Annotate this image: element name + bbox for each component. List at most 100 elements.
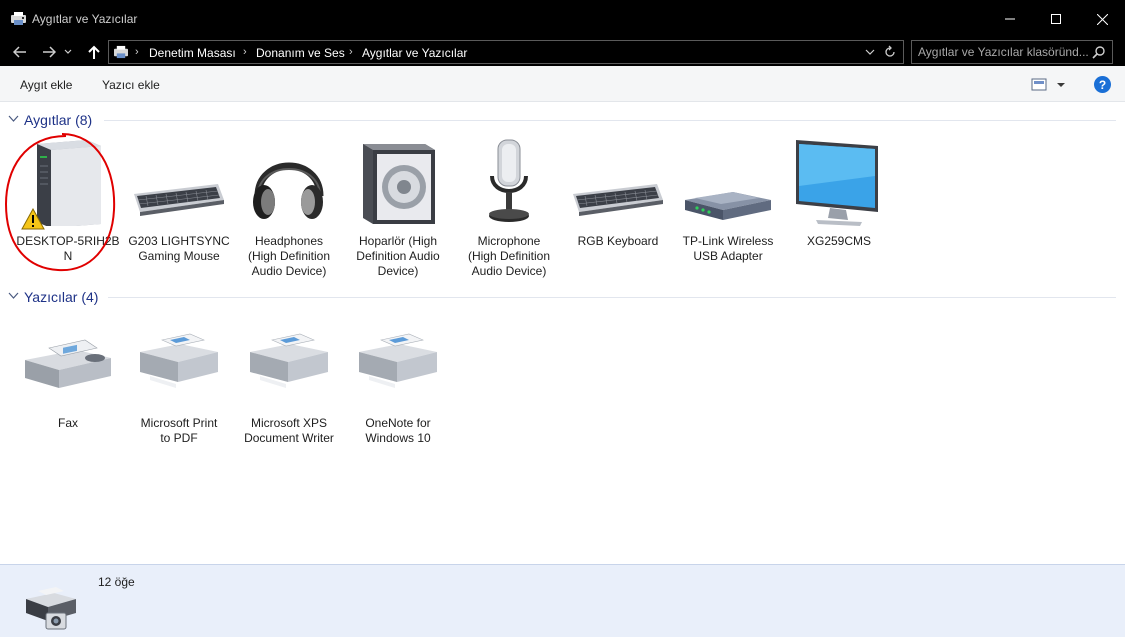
- printer-item-xps-writer[interactable]: Microsoft XPS Document Writer: [236, 318, 342, 448]
- device-item-wireless-adapter[interactable]: TP-Link Wireless USB Adapter: [675, 136, 781, 266]
- device-item-gaming-mouse[interactable]: G203 LIGHTSYNC Gaming Mouse: [126, 136, 232, 266]
- microphone-icon: [489, 139, 529, 222]
- breadcrumb-devices-printers[interactable]: Aygıtlar ve Yazıcılar: [362, 46, 467, 60]
- printer-item-onenote[interactable]: OneNote for Windows 10: [345, 318, 451, 448]
- window-title: Aygıtlar ve Yazıcılar: [32, 12, 138, 26]
- command-bar: Aygıt ekle Yazıcı ekle ?: [0, 66, 1125, 102]
- printer-icon: [359, 333, 437, 388]
- printer-label: Microsoft XPS Document Writer: [236, 416, 342, 446]
- label-line: Hoparlör (High: [358, 234, 438, 248]
- printer-label: OneNote for Windows 10: [345, 416, 451, 446]
- keyboard-icon: [573, 184, 663, 216]
- device-label: Hoparlör (High Definition Audio Device): [345, 234, 451, 279]
- printer-item-fax[interactable]: Fax: [15, 318, 121, 448]
- maximize-button[interactable]: [1033, 0, 1079, 38]
- label-line: RGB Keyboard: [577, 234, 659, 248]
- search-input[interactable]: [912, 41, 1092, 63]
- group-header-devices[interactable]: Aygıtlar (8): [8, 111, 1116, 129]
- label-line: (High Definition: [467, 249, 551, 263]
- arrow-left-icon: [13, 46, 26, 58]
- change-view-button[interactable]: [1030, 76, 1068, 94]
- details-pane: 12 öğe: [0, 564, 1125, 637]
- label-line: Device): [377, 264, 419, 278]
- device-item-monitor[interactable]: XG259CMS: [786, 136, 892, 266]
- close-button[interactable]: [1079, 0, 1125, 38]
- label-line: Fax: [57, 416, 78, 430]
- chevron-right-icon: ›: [243, 46, 247, 58]
- label-line: Document Writer: [244, 431, 334, 445]
- content-area: Aygıtlar (8) DESKTOP-5RIH2B N G203 LIGHT…: [0, 102, 1125, 564]
- forward-button[interactable]: [38, 42, 60, 62]
- fax-icon: [25, 339, 111, 388]
- breadcrumb-control-panel[interactable]: Denetim Masası: [149, 46, 236, 60]
- device-label: TP-Link Wireless USB Adapter: [675, 234, 781, 264]
- group-title-printers: Yazıcılar (4): [24, 289, 99, 305]
- chevron-right-icon: ›: [135, 46, 139, 58]
- arrow-right-icon: [43, 46, 56, 58]
- label-line: Audio Device): [471, 264, 547, 278]
- minimize-button[interactable]: [987, 0, 1033, 38]
- chevron-right-icon: ›: [349, 46, 353, 58]
- add-printer-button[interactable]: Yazıcı ekle: [102, 78, 160, 92]
- label-line: XG259CMS: [806, 234, 872, 248]
- label-line: OneNote for: [365, 416, 431, 430]
- chevron-down-icon: [8, 292, 19, 299]
- address-dropdown-icon[interactable]: [865, 46, 875, 58]
- navigation-bar: › Denetim Masası › Donanım ve Ses › Aygı…: [0, 38, 1125, 66]
- device-label: RGB Keyboard: [565, 234, 671, 249]
- speaker-icon: [363, 144, 435, 224]
- printer-label: Microsoft Print to PDF: [126, 416, 232, 446]
- network-adapter-icon: [685, 192, 771, 220]
- address-bar[interactable]: › Denetim Masası › Donanım ve Ses › Aygı…: [108, 40, 904, 64]
- group-header-printers[interactable]: Yazıcılar (4): [8, 288, 1116, 306]
- device-label: Microphone (High Definition Audio Device…: [456, 234, 562, 279]
- search-box[interactable]: [911, 40, 1113, 64]
- breadcrumb-hardware-sound[interactable]: Donanım ve Ses: [256, 46, 345, 60]
- group-divider: [104, 120, 1116, 121]
- device-item-microphone[interactable]: Microphone (High Definition Audio Device…: [456, 136, 562, 278]
- maximize-icon: [1051, 14, 1061, 24]
- monitor-icon: [796, 140, 878, 226]
- device-item-headphones[interactable]: Headphones (High Definition Audio Device…: [236, 136, 342, 278]
- label-line: TP-Link Wireless: [682, 234, 774, 248]
- label-line: to PDF: [160, 431, 198, 445]
- devices-printers-icon: [114, 45, 128, 59]
- label-line: (High Definition: [247, 249, 331, 263]
- minimize-icon: [1005, 18, 1015, 20]
- refresh-icon[interactable]: [883, 45, 897, 59]
- device-label: XG259CMS: [786, 234, 892, 249]
- chevron-down-icon: [8, 115, 19, 122]
- device-item-speaker[interactable]: Hoparlör (High Definition Audio Device): [345, 136, 451, 278]
- printer-icon: [250, 333, 328, 388]
- device-label: Headphones (High Definition Audio Device…: [236, 234, 342, 279]
- label-line: Windows 10: [365, 431, 431, 445]
- chevron-down-icon: [64, 49, 72, 54]
- label-line: Definition Audio: [356, 249, 440, 263]
- device-label: G203 LIGHTSYNC Gaming Mouse: [126, 234, 232, 264]
- add-device-button[interactable]: Aygıt ekle: [20, 78, 72, 92]
- view-options-icon: [1031, 78, 1065, 91]
- help-button[interactable]: ?: [1094, 76, 1111, 93]
- label-line: Microsoft XPS: [250, 416, 328, 430]
- group-title-devices: Aygıtlar (8): [24, 112, 93, 128]
- label-line: G203 LIGHTSYNC: [128, 234, 230, 248]
- devices-printers-icon: [11, 12, 26, 25]
- label-line: Microphone: [477, 234, 541, 248]
- label-line: Headphones: [254, 234, 324, 248]
- close-icon: [1096, 13, 1108, 25]
- up-button[interactable]: [83, 42, 105, 62]
- label-line: Audio Device): [251, 264, 327, 278]
- arrow-up-icon: [88, 45, 100, 59]
- device-item-rgb-keyboard[interactable]: RGB Keyboard: [565, 136, 671, 266]
- keyboard-icon: [134, 184, 224, 216]
- label-line: Microsoft Print: [140, 416, 218, 430]
- printer-item-print-to-pdf[interactable]: Microsoft Print to PDF: [126, 318, 232, 448]
- title-bar: Aygıtlar ve Yazıcılar: [0, 0, 1125, 38]
- back-button[interactable]: [9, 42, 31, 62]
- label-line: USB Adapter: [693, 249, 763, 263]
- label-line: Gaming Mouse: [138, 249, 220, 263]
- search-icon[interactable]: [1092, 45, 1106, 59]
- headphones-icon: [253, 162, 324, 219]
- group-divider: [108, 297, 1116, 298]
- recent-locations-button[interactable]: [61, 42, 75, 62]
